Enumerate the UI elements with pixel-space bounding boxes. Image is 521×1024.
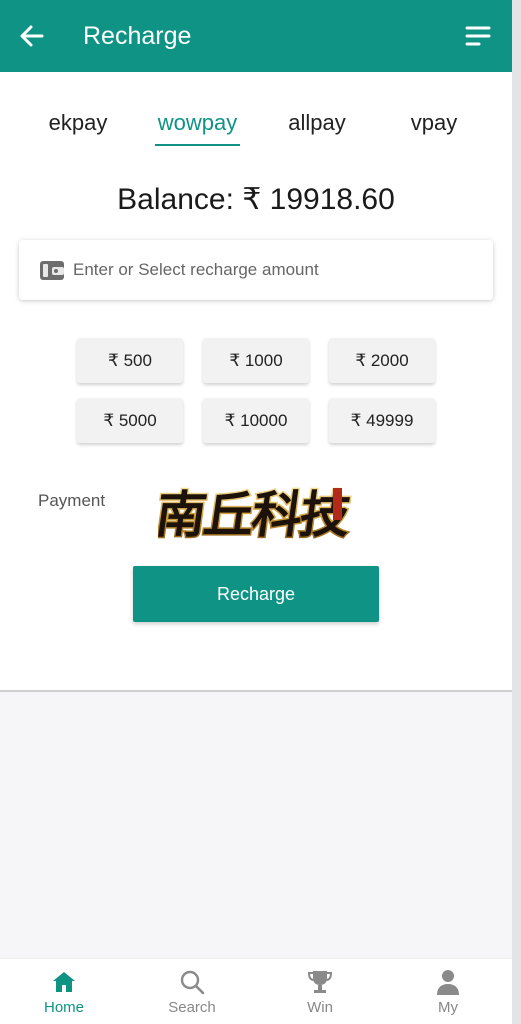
nav-search[interactable]: Search	[152, 959, 232, 1024]
svg-text:南丘科技: 南丘科技	[158, 485, 355, 544]
payment-logo: 南丘科技	[158, 484, 357, 546]
scrollbar-track[interactable]	[512, 0, 521, 1024]
nav-home[interactable]: Home	[24, 959, 104, 1024]
payment-tabs: ekpay wowpay allpay vpay	[0, 108, 512, 148]
tab-wowpay[interactable]: wowpay	[155, 108, 240, 148]
preset-2000-button[interactable]: ₹ 2000	[329, 338, 435, 383]
back-button[interactable]	[16, 20, 48, 52]
search-icon	[180, 970, 205, 995]
preset-10000-button[interactable]: ₹ 10000	[203, 398, 309, 443]
preset-500-button[interactable]: ₹ 500	[77, 338, 183, 383]
app-header: Recharge	[0, 0, 512, 72]
nav-home-label: Home	[43, 999, 84, 1016]
balance-display: Balance: ₹ 19918.60	[117, 183, 395, 216]
tab-ekpay[interactable]: ekpay	[36, 108, 120, 148]
tab-vpay[interactable]: vpay	[398, 108, 470, 148]
trophy-icon	[307, 971, 333, 993]
arrow-left-icon	[20, 25, 44, 47]
preset-49999-button[interactable]: ₹ 49999	[329, 398, 435, 443]
payment-label: Payment	[38, 491, 106, 510]
menu-lines-icon	[465, 26, 491, 46]
nav-win[interactable]: Win	[280, 959, 360, 1024]
recharge-button[interactable]: Recharge	[133, 566, 379, 622]
amount-field[interactable]	[19, 240, 493, 300]
nav-my[interactable]: My	[408, 959, 488, 1024]
home-icon	[53, 972, 75, 992]
tab-allpay[interactable]: allpay	[276, 108, 358, 148]
person-icon	[437, 970, 459, 995]
amount-input[interactable]	[73, 254, 473, 286]
bottom-nav: Home Search Win My	[0, 958, 512, 1024]
nav-search-label: Search	[168, 999, 216, 1016]
preset-1000-button[interactable]: ₹ 1000	[203, 338, 309, 383]
nav-win-label: Win	[307, 999, 333, 1016]
menu-button[interactable]	[464, 22, 492, 50]
wallet-icon	[40, 261, 64, 280]
nav-my-label: My	[438, 999, 458, 1016]
recharge-card: ekpay wowpay allpay vpay Balance: ₹ 1991…	[0, 72, 512, 692]
page-title: Recharge	[83, 22, 192, 50]
preset-5000-button[interactable]: ₹ 5000	[77, 398, 183, 443]
